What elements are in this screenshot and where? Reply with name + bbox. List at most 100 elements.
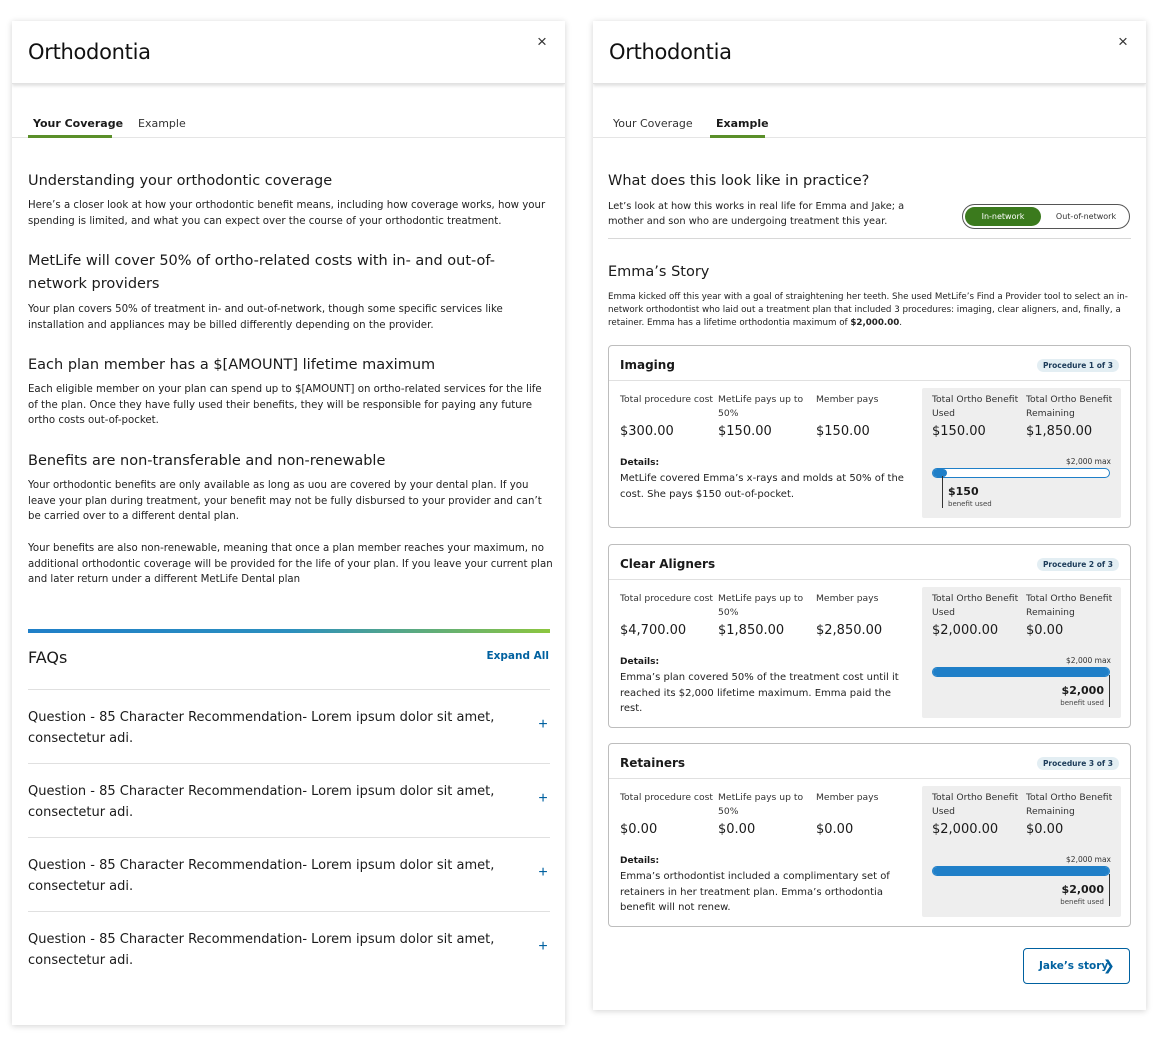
network-toggle: In-network Out-of-network — [962, 204, 1130, 229]
plus-icon[interactable]: + — [536, 864, 550, 882]
details-text: MetLife covered Emma’s x-rays and molds … — [620, 473, 904, 500]
procedure-header: Retainers Procedure 3 of 3 — [609, 744, 1130, 779]
plus-icon[interactable]: + — [536, 790, 550, 808]
benefit-used-label: benefit used — [948, 500, 992, 508]
procedure-card: Clear Aligners Procedure 2 of 3 $2,000 max… — [608, 544, 1131, 728]
details-text: Emma’s plan covered 50% of the treatment… — [620, 672, 899, 714]
procedure-badge: Procedure 3 of 3 — [1036, 757, 1119, 770]
procedure-name: Clear Aligners — [620, 557, 716, 571]
details-label: Details: — [620, 657, 660, 667]
total-value: $4,700.00 — [620, 623, 687, 638]
procedure-name: Retainers — [620, 756, 686, 770]
metlife-label: MetLife pays up to 50% — [718, 593, 804, 618]
expand-all-link[interactable]: Expand All — [486, 650, 549, 662]
faq-question: Question - 85 Character Recommendation- … — [28, 784, 495, 820]
close-icon[interactable]: × — [1114, 33, 1132, 51]
total-label: Total procedure cost — [620, 792, 713, 803]
member-label: Member pays — [816, 394, 879, 405]
metlife-value: $150.00 — [718, 424, 772, 439]
used-label: Total Ortho Benefit Used — [932, 394, 1019, 419]
faq-item[interactable]: Question - 85 Character Recommendation- … — [28, 911, 550, 985]
button-label: Jake’s story — [1039, 960, 1109, 972]
plus-icon[interactable]: + — [536, 716, 550, 734]
in-network-option[interactable]: In-network — [965, 207, 1041, 226]
remaining-value: $0.00 — [1026, 822, 1064, 837]
tab-your-coverage[interactable]: Your Coverage — [33, 117, 123, 130]
active-tab-indicator — [28, 135, 112, 138]
remaining-label: Total Ortho Benefit Remaining — [1026, 792, 1113, 817]
procedure-card: Imaging Procedure 1 of 3 $2,000 max $150 ben… — [608, 345, 1131, 528]
section-body: Your benefits are also non-renewable, me… — [28, 543, 553, 585]
total-value: $0.00 — [620, 822, 658, 837]
max-label: $2,000 max — [1066, 457, 1111, 466]
out-of-network-option[interactable]: Out-of-network — [1047, 207, 1125, 226]
procedure-badge: Procedure 2 of 3 — [1036, 558, 1119, 571]
panel-header: Orthodontia × — [593, 21, 1146, 84]
jakes-story-button[interactable]: Jake’s story ❯ — [1023, 948, 1130, 984]
used-marker — [1109, 874, 1110, 906]
max-label: $2,000 max — [1066, 855, 1111, 864]
practice-body: Let’s look at how this works in real lif… — [608, 201, 905, 227]
panel-title: Orthodontia — [609, 40, 732, 64]
section-heading: MetLife will cover 50% of ortho-related … — [28, 253, 495, 292]
procedure-badge: Procedure 1 of 3 — [1036, 359, 1119, 372]
member-value: $2,850.00 — [816, 623, 883, 638]
tab-your-coverage[interactable]: Your Coverage — [613, 117, 693, 130]
story-body: Emma kicked off this year with a goal of… — [608, 291, 1131, 330]
story-text-end: . — [899, 318, 903, 328]
panel-title: Orthodontia — [28, 40, 151, 64]
section-heading: Understanding your orthodontic coverage — [28, 173, 333, 189]
member-value: $0.00 — [816, 822, 854, 837]
panel-header: Orthodontia × — [12, 21, 565, 84]
benefit-progress-fill — [933, 668, 1109, 676]
tab-example[interactable]: Example — [138, 117, 186, 130]
member-value: $150.00 — [816, 424, 870, 439]
procedure-header: Imaging Procedure 1 of 3 — [609, 346, 1130, 381]
tab-example[interactable]: Example — [716, 117, 769, 130]
active-tab-indicator — [710, 135, 765, 138]
practice-heading: What does this look like in practice? — [608, 173, 870, 189]
details-label: Details: — [620, 856, 660, 866]
benefit-used-label: benefit used — [1060, 699, 1104, 707]
benefit-used-label: benefit used — [1060, 898, 1104, 906]
section-divider — [28, 629, 550, 633]
section-body: Here’s a closer look at how your orthodo… — [28, 200, 546, 227]
remaining-label: Total Ortho Benefit Remaining — [1026, 394, 1113, 419]
member-label: Member pays — [816, 593, 879, 604]
metlife-value: $0.00 — [718, 822, 756, 837]
used-label: Total Ortho Benefit Used — [932, 792, 1019, 817]
benefit-used-amount: $2,000 — [1061, 684, 1104, 697]
remaining-label: Total Ortho Benefit Remaining — [1026, 593, 1113, 618]
faq-question: Question - 85 Character Recommendation- … — [28, 710, 495, 746]
member-label: Member pays — [816, 792, 879, 803]
metlife-label: MetLife pays up to 50% — [718, 792, 804, 817]
plus-icon[interactable]: + — [536, 938, 550, 956]
max-label: $2,000 max — [1066, 656, 1111, 665]
divider — [608, 238, 1131, 239]
benefit-progress-bar — [932, 667, 1110, 677]
used-marker — [1109, 675, 1110, 707]
total-label: Total procedure cost — [620, 394, 713, 405]
remaining-value: $0.00 — [1026, 623, 1064, 638]
benefit-progress-fill — [933, 469, 948, 477]
section-heading: Each plan member has a $[AMOUNT] lifetim… — [28, 357, 436, 373]
faq-item[interactable]: Question - 85 Character Recommendation- … — [28, 689, 550, 763]
procedure-header: Clear Aligners Procedure 2 of 3 — [609, 545, 1130, 580]
metlife-value: $1,850.00 — [718, 623, 785, 638]
section-body: Your orthodontic benefits are only avail… — [28, 480, 542, 522]
metlife-label: MetLife pays up to 50% — [718, 394, 804, 419]
used-label: Total Ortho Benefit Used — [932, 593, 1019, 618]
close-icon[interactable]: × — [533, 33, 551, 51]
faq-title: FAQs — [28, 648, 68, 667]
faq-item[interactable]: Question - 85 Character Recommendation- … — [28, 837, 550, 911]
benefit-used-amount: $150 — [948, 485, 979, 498]
tab-bar: Your Coverage Example — [12, 84, 565, 138]
section-body: Your plan covers 50% of treatment in- an… — [28, 304, 503, 331]
benefit-used-amount: $2,000 — [1061, 883, 1104, 896]
faq-item[interactable]: Question - 85 Character Recommendation- … — [28, 763, 550, 837]
chevron-right-icon: ❯ — [1103, 958, 1115, 974]
story-max-amount: $2,000.00 — [850, 318, 900, 328]
details-label: Details: — [620, 458, 660, 468]
used-value: $2,000.00 — [932, 623, 999, 638]
used-value: $2,000.00 — [932, 822, 999, 837]
